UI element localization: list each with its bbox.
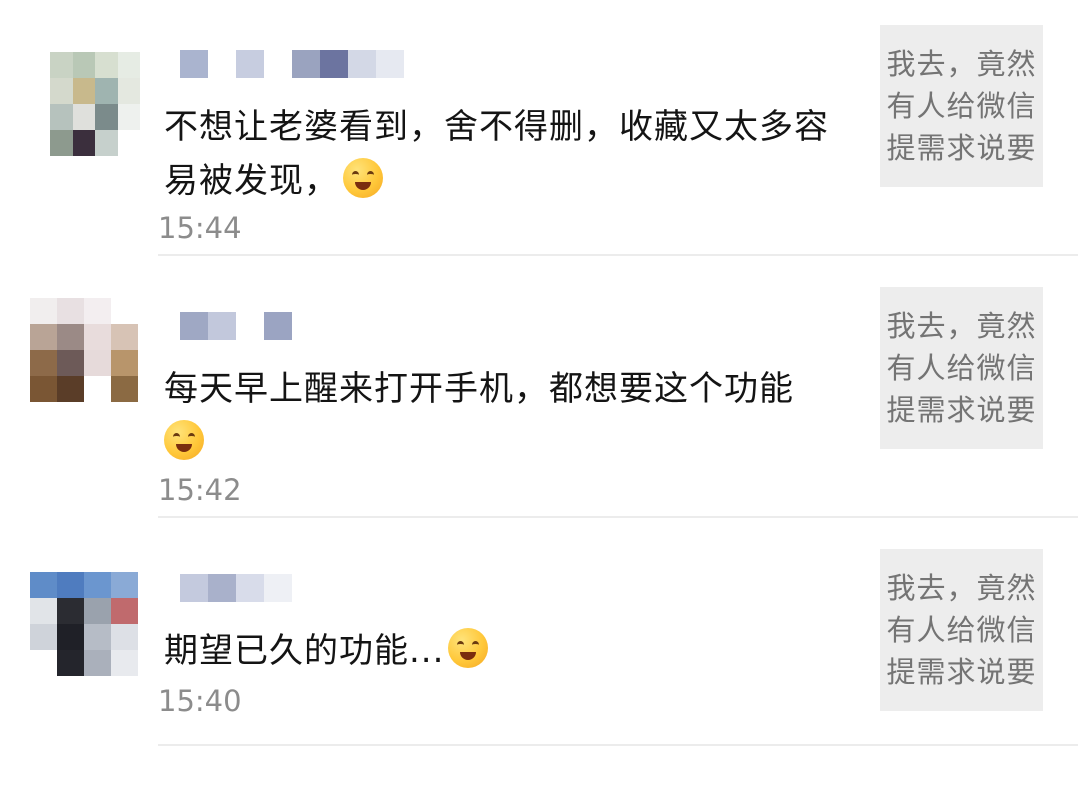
divider [158, 744, 1078, 746]
divider [158, 254, 1078, 256]
avatar[interactable] [30, 572, 138, 676]
comment-text: 不想让老婆看到，舍不得删，收藏又太多容易被发现， [164, 107, 829, 201]
comment-text: 期望已久的功能... [164, 624, 854, 678]
thinking-face-icon [343, 158, 383, 198]
divider [158, 516, 1078, 518]
quoted-article-thumbnail[interactable]: 我去，竟然有人给微信提需求说要 [880, 25, 1043, 187]
rolling-laughing-face-icon [164, 420, 204, 460]
avatar[interactable] [50, 52, 140, 156]
comment-text: 每天早上醒来打开手机，都想要这个功能 [164, 362, 854, 470]
comment-time: 15:42 [158, 473, 242, 507]
username-blurred[interactable] [180, 50, 404, 82]
quoted-article-thumbnail[interactable]: 我去，竟然有人给微信提需求说要 [880, 287, 1043, 449]
comment-item[interactable]: 不想让老婆看到，舍不得删，收藏又太多容易被发现， 15:44 我去，竟然有人给微… [0, 0, 1078, 262]
zany-face-icon [448, 628, 489, 668]
username-blurred[interactable] [180, 574, 292, 606]
comment-item[interactable]: 每天早上醒来打开手机，都想要这个功能 15:42 我去，竟然有人给微信提需求说要 [0, 262, 1078, 524]
username-blurred[interactable] [180, 312, 292, 344]
avatar[interactable] [30, 298, 138, 402]
comment-item[interactable]: 期望已久的功能... 15:40 我去，竟然有人给微信提需求说要 [0, 524, 1078, 786]
comment-time: 15:44 [158, 211, 242, 245]
comment-time: 15:40 [158, 684, 242, 718]
quoted-article-thumbnail[interactable]: 我去，竟然有人给微信提需求说要 [880, 549, 1043, 711]
